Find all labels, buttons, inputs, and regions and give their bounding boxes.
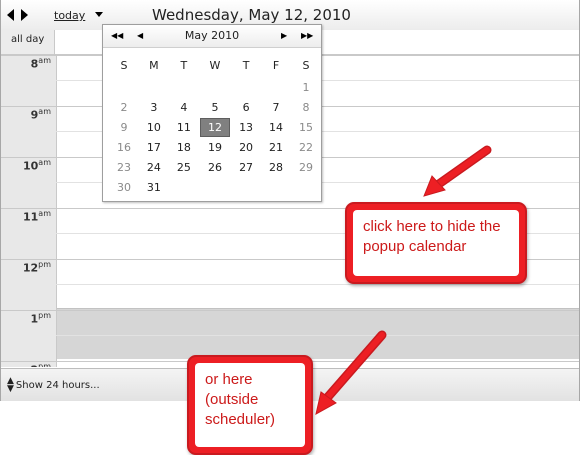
arrow-to-outside <box>315 330 387 415</box>
arrow-to-scheduler <box>423 145 492 197</box>
annotation-arrows <box>315 145 492 415</box>
